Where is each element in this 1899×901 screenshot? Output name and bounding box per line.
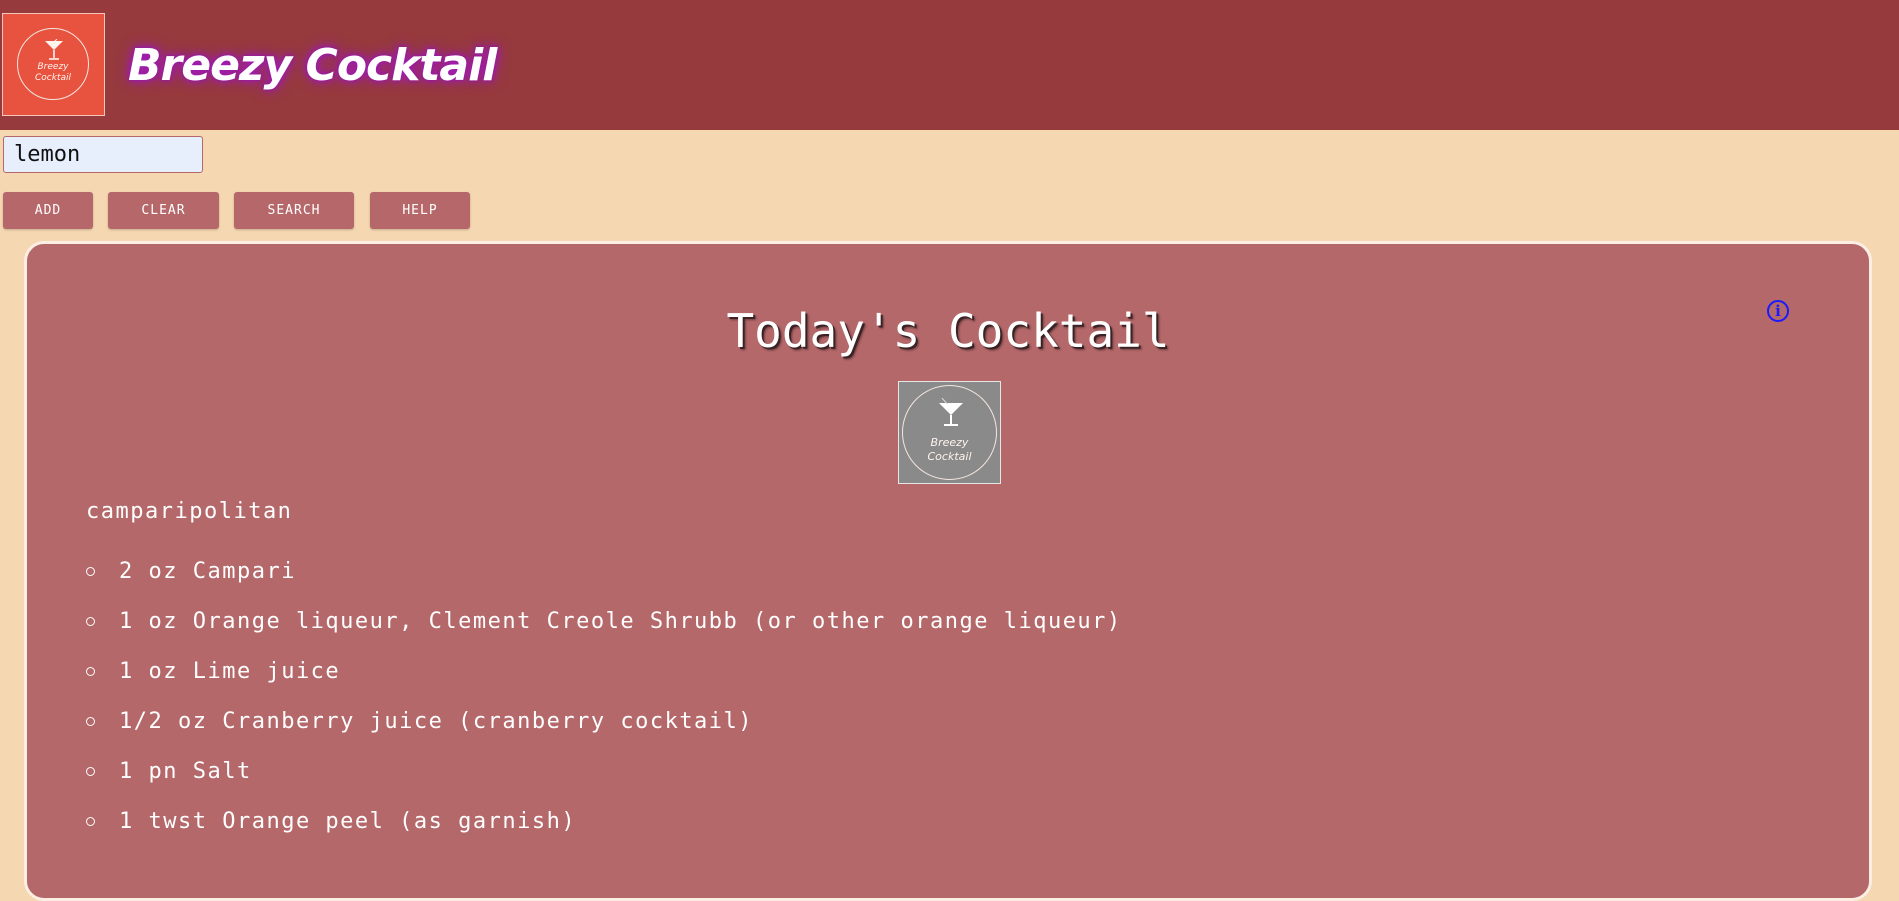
ingredient-text: 2 oz Campari: [119, 559, 296, 584]
logo-circle: Breezy Cocktail: [17, 28, 89, 100]
ingredient-text: 1/2 oz Cranberry juice (cranberry cockta…: [119, 709, 754, 734]
martini-glass-icon: [939, 398, 963, 426]
drink-name: camparipolitan: [86, 499, 293, 524]
logo-text-line1: Breezy: [37, 62, 69, 72]
image-text-line2: Cocktail: [927, 450, 972, 463]
clear-button[interactable]: CLEAR: [108, 192, 219, 229]
ingredient-item: 1 pn Salt: [86, 759, 1122, 809]
panel-title: Today's Cocktail: [726, 304, 1170, 358]
logo-text-line2: Cocktail: [35, 73, 71, 83]
ingredient-text: 1 oz Orange liqueur, Clement Creole Shru…: [119, 609, 1122, 634]
ingredient-item: 1 oz Orange liqueur, Clement Creole Shru…: [86, 609, 1122, 659]
image-text-line1: Breezy: [930, 436, 969, 449]
ingredient-text: 1 pn Salt: [119, 759, 252, 784]
ingredient-list: 2 oz Campari 1 oz Orange liqueur, Clemen…: [86, 559, 1122, 859]
image-circle: Breezy Cocktail: [902, 385, 997, 480]
bullet-icon: [86, 567, 95, 576]
martini-glass-icon: [45, 39, 63, 60]
bullet-icon: [86, 617, 95, 626]
ingredient-item: 1 twst Orange peel (as garnish): [86, 809, 1122, 859]
bullet-icon: [86, 817, 95, 826]
app-title: Breezy Cocktail: [128, 40, 497, 91]
ingredient-item: 2 oz Campari: [86, 559, 1122, 609]
bullet-icon: [86, 767, 95, 776]
ingredient-item: 1/2 oz Cranberry juice (cranberry cockta…: [86, 709, 1122, 759]
ingredient-text: 1 oz Lime juice: [119, 659, 341, 684]
search-button[interactable]: SEARCH: [234, 192, 354, 229]
cocktail-image: Breezy Cocktail: [898, 381, 1001, 484]
bullet-icon: [86, 667, 95, 676]
bullet-icon: [86, 717, 95, 726]
app-logo[interactable]: Breezy Cocktail: [2, 13, 105, 116]
help-button[interactable]: HELP: [370, 192, 470, 229]
add-button[interactable]: ADD: [3, 192, 93, 229]
app-header: Breezy Cocktail Breezy Cocktail: [0, 0, 1899, 130]
search-input[interactable]: [3, 136, 203, 173]
ingredient-item: 1 oz Lime juice: [86, 659, 1122, 709]
todays-cocktail-panel: i Today's Cocktail Breezy Cocktail campa…: [24, 241, 1872, 901]
ingredient-text: 1 twst Orange peel (as garnish): [119, 809, 577, 834]
